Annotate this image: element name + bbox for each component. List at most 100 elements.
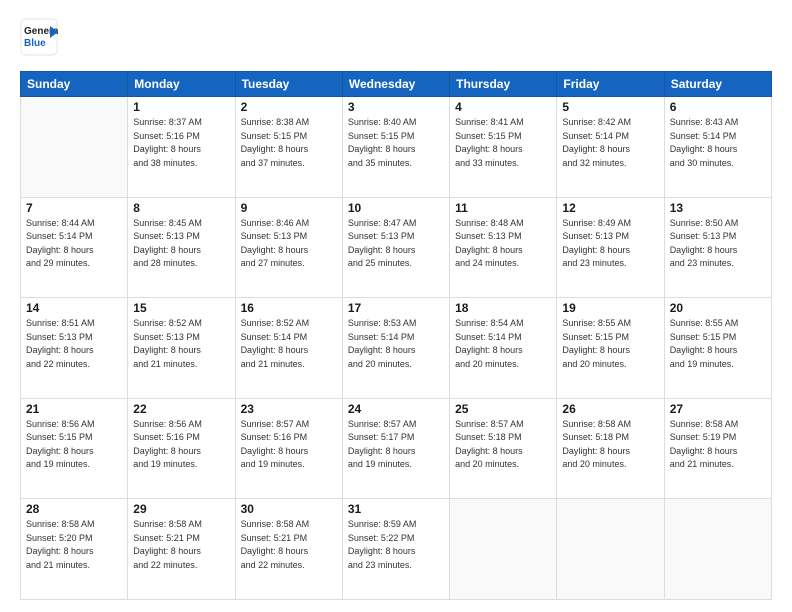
day-number: 25 bbox=[455, 402, 551, 416]
calendar-cell: 8Sunrise: 8:45 AM Sunset: 5:13 PM Daylig… bbox=[128, 197, 235, 298]
day-info: Sunrise: 8:49 AM Sunset: 5:13 PM Dayligh… bbox=[562, 217, 658, 271]
day-info: Sunrise: 8:43 AM Sunset: 5:14 PM Dayligh… bbox=[670, 116, 766, 170]
calendar-cell: 26Sunrise: 8:58 AM Sunset: 5:18 PM Dayli… bbox=[557, 398, 664, 499]
day-number: 21 bbox=[26, 402, 122, 416]
day-number: 4 bbox=[455, 100, 551, 114]
day-number: 30 bbox=[241, 502, 337, 516]
calendar-cell: 15 Sunrise: 8:52 AM Sunset: 5:13 PM Dayli… bbox=[128, 298, 235, 399]
day-number: 23 bbox=[241, 402, 337, 416]
calendar-cell: 30 Sunrise: 8:58 AM Sunset: 5:21 PM Dayli… bbox=[235, 499, 342, 600]
calendar-header-tuesday: Tuesday bbox=[235, 72, 342, 97]
calendar-week-4: 28 Sunrise: 8:58 AM Sunset: 5:20 PM Dayli… bbox=[21, 499, 772, 600]
day-number: 7 bbox=[26, 201, 122, 215]
day-number: 18 bbox=[455, 301, 551, 315]
calendar-cell bbox=[450, 499, 557, 600]
day-number: 3 bbox=[348, 100, 444, 114]
calendar-cell: 24 Sunrise: 8:57 AM Sunset: 5:17 PM Dayli… bbox=[342, 398, 449, 499]
calendar-cell: 2 Sunrise: 8:38 AM Sunset: 5:15 PM Daylig… bbox=[235, 97, 342, 198]
calendar-cell: 23Sunrise: 8:57 AM Sunset: 5:16 PM Dayli… bbox=[235, 398, 342, 499]
calendar-cell: 12 Sunrise: 8:49 AM Sunset: 5:13 PM Dayli… bbox=[557, 197, 664, 298]
day-number: 9 bbox=[241, 201, 337, 215]
calendar-header-monday: Monday bbox=[128, 72, 235, 97]
calendar-header-sunday: Sunday bbox=[21, 72, 128, 97]
calendar-cell: 10 Sunrise: 8:47 AM Sunset: 5:13 PM Dayli… bbox=[342, 197, 449, 298]
calendar-cell: 4 Sunrise: 8:41 AM Sunset: 5:15 PM Daylig… bbox=[450, 97, 557, 198]
day-info: Sunrise: 8:56 AM Sunset: 5:15 PM Dayligh… bbox=[26, 418, 122, 472]
calendar-week-1: 7 Sunrise: 8:44 AM Sunset: 5:14 PM Daylig… bbox=[21, 197, 772, 298]
day-number: 20 bbox=[670, 301, 766, 315]
day-info: Sunrise: 8:55 AM Sunset: 5:15 PM Dayligh… bbox=[562, 317, 658, 371]
day-number: 6 bbox=[670, 100, 766, 114]
day-info: Sunrise: 8:50 AM Sunset: 5:13 PM Dayligh… bbox=[670, 217, 766, 271]
day-info: Sunrise: 8:52 AM Sunset: 5:13 PM Dayligh… bbox=[133, 317, 229, 371]
day-info: Sunrise: 8:56 AM Sunset: 5:16 PM Dayligh… bbox=[133, 418, 229, 472]
day-info: Sunrise: 8:48 AM Sunset: 5:13 PM Dayligh… bbox=[455, 217, 551, 271]
calendar-cell: 13 Sunrise: 8:50 AM Sunset: 5:13 PM Dayli… bbox=[664, 197, 771, 298]
day-info: Sunrise: 8:47 AM Sunset: 5:13 PM Dayligh… bbox=[348, 217, 444, 271]
day-info: Sunrise: 8:57 AM Sunset: 5:17 PM Dayligh… bbox=[348, 418, 444, 472]
logo: General Blue bbox=[20, 18, 64, 61]
calendar-cell: 17 Sunrise: 8:53 AM Sunset: 5:14 PM Dayli… bbox=[342, 298, 449, 399]
day-info: Sunrise: 8:37 AM Sunset: 5:16 PM Dayligh… bbox=[133, 116, 229, 170]
day-info: Sunrise: 8:40 AM Sunset: 5:15 PM Dayligh… bbox=[348, 116, 444, 170]
header: General Blue bbox=[20, 18, 772, 61]
calendar-header-row: SundayMondayTuesdayWednesdayThursdayFrid… bbox=[21, 72, 772, 97]
calendar-cell bbox=[664, 499, 771, 600]
day-number: 28 bbox=[26, 502, 122, 516]
day-number: 14 bbox=[26, 301, 122, 315]
calendar-cell: 1 Sunrise: 8:37 AM Sunset: 5:16 PM Daylig… bbox=[128, 97, 235, 198]
day-info: Sunrise: 8:42 AM Sunset: 5:14 PM Dayligh… bbox=[562, 116, 658, 170]
day-number: 15 bbox=[133, 301, 229, 315]
day-number: 8 bbox=[133, 201, 229, 215]
day-info: Sunrise: 8:58 AM Sunset: 5:20 PM Dayligh… bbox=[26, 518, 122, 572]
day-info: Sunrise: 8:57 AM Sunset: 5:18 PM Dayligh… bbox=[455, 418, 551, 472]
calendar-cell: 9 Sunrise: 8:46 AM Sunset: 5:13 PM Daylig… bbox=[235, 197, 342, 298]
day-number: 19 bbox=[562, 301, 658, 315]
day-number: 13 bbox=[670, 201, 766, 215]
calendar-week-3: 21 Sunrise: 8:56 AM Sunset: 5:15 PM Dayli… bbox=[21, 398, 772, 499]
day-number: 1 bbox=[133, 100, 229, 114]
day-number: 16 bbox=[241, 301, 337, 315]
day-number: 5 bbox=[562, 100, 658, 114]
day-info: Sunrise: 8:53 AM Sunset: 5:14 PM Dayligh… bbox=[348, 317, 444, 371]
day-info: Sunrise: 8:59 AM Sunset: 5:22 PM Dayligh… bbox=[348, 518, 444, 572]
day-number: 29 bbox=[133, 502, 229, 516]
day-number: 10 bbox=[348, 201, 444, 215]
day-info: Sunrise: 8:46 AM Sunset: 5:13 PM Dayligh… bbox=[241, 217, 337, 271]
calendar-cell: 18 Sunrise: 8:54 AM Sunset: 5:14 PM Dayli… bbox=[450, 298, 557, 399]
day-info: Sunrise: 8:55 AM Sunset: 5:15 PM Dayligh… bbox=[670, 317, 766, 371]
calendar-cell: 7 Sunrise: 8:44 AM Sunset: 5:14 PM Daylig… bbox=[21, 197, 128, 298]
day-number: 2 bbox=[241, 100, 337, 114]
calendar-cell: 21 Sunrise: 8:56 AM Sunset: 5:15 PM Dayli… bbox=[21, 398, 128, 499]
day-info: Sunrise: 8:58 AM Sunset: 5:21 PM Dayligh… bbox=[241, 518, 337, 572]
day-number: 27 bbox=[670, 402, 766, 416]
calendar-cell bbox=[557, 499, 664, 600]
calendar-cell: 19 Sunrise: 8:55 AM Sunset: 5:15 PM Dayli… bbox=[557, 298, 664, 399]
day-number: 22 bbox=[133, 402, 229, 416]
calendar-cell: 31Sunrise: 8:59 AM Sunset: 5:22 PM Dayli… bbox=[342, 499, 449, 600]
calendar-cell: 14 Sunrise: 8:51 AM Sunset: 5:13 PM Dayli… bbox=[21, 298, 128, 399]
day-info: Sunrise: 8:41 AM Sunset: 5:15 PM Dayligh… bbox=[455, 116, 551, 170]
day-number: 24 bbox=[348, 402, 444, 416]
calendar-cell: 22 Sunrise: 8:56 AM Sunset: 5:16 PM Dayli… bbox=[128, 398, 235, 499]
day-number: 12 bbox=[562, 201, 658, 215]
day-number: 17 bbox=[348, 301, 444, 315]
day-info: Sunrise: 8:52 AM Sunset: 5:14 PM Dayligh… bbox=[241, 317, 337, 371]
day-number: 26 bbox=[562, 402, 658, 416]
calendar-header-thursday: Thursday bbox=[450, 72, 557, 97]
page: General Blue SundayMondayTuesdayWednesda… bbox=[0, 0, 792, 612]
calendar-header-wednesday: Wednesday bbox=[342, 72, 449, 97]
calendar-cell: 25 Sunrise: 8:57 AM Sunset: 5:18 PM Dayli… bbox=[450, 398, 557, 499]
calendar-cell: 6 Sunrise: 8:43 AM Sunset: 5:14 PM Daylig… bbox=[664, 97, 771, 198]
day-info: Sunrise: 8:54 AM Sunset: 5:14 PM Dayligh… bbox=[455, 317, 551, 371]
calendar-cell: 27Sunrise: 8:58 AM Sunset: 5:19 PM Dayli… bbox=[664, 398, 771, 499]
calendar-cell: 3 Sunrise: 8:40 AM Sunset: 5:15 PM Daylig… bbox=[342, 97, 449, 198]
calendar-cell bbox=[21, 97, 128, 198]
calendar-cell: 5 Sunrise: 8:42 AM Sunset: 5:14 PM Daylig… bbox=[557, 97, 664, 198]
day-info: Sunrise: 8:44 AM Sunset: 5:14 PM Dayligh… bbox=[26, 217, 122, 271]
day-info: Sunrise: 8:51 AM Sunset: 5:13 PM Dayligh… bbox=[26, 317, 122, 371]
calendar-header-saturday: Saturday bbox=[664, 72, 771, 97]
calendar-header-friday: Friday bbox=[557, 72, 664, 97]
day-info: Sunrise: 8:38 AM Sunset: 5:15 PM Dayligh… bbox=[241, 116, 337, 170]
logo-icon: General Blue bbox=[20, 18, 58, 56]
